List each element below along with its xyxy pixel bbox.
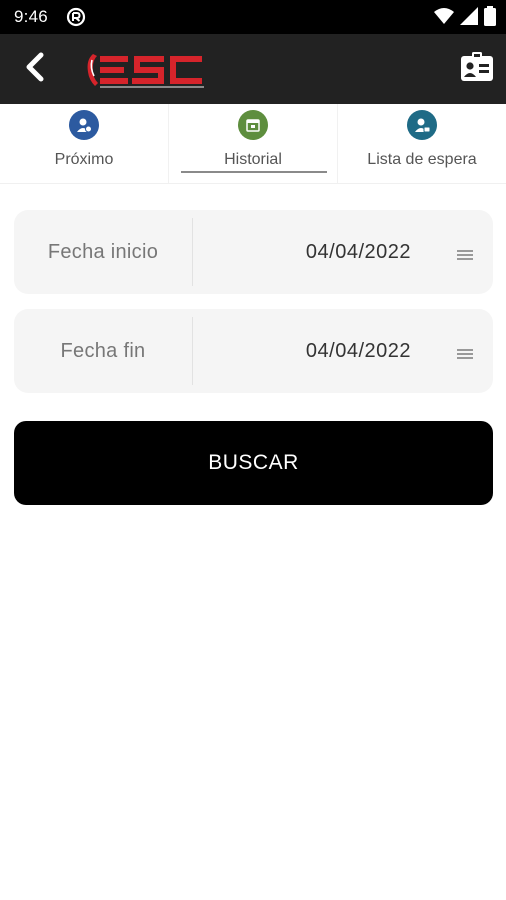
profile-card-button[interactable] [458, 51, 496, 87]
start-date-field: Fecha inicio 04/04/2022 [14, 210, 493, 294]
tab-proximo[interactable]: Próximo [0, 104, 168, 183]
tab-historial[interactable]: Historial [168, 104, 337, 183]
tab-label-proximo: Próximo [54, 151, 114, 168]
calendar-icon [238, 110, 268, 140]
wifi-icon [434, 7, 454, 30]
tab-selected-indicator [181, 171, 327, 173]
back-button[interactable] [18, 52, 52, 86]
user-clock-icon [69, 110, 99, 140]
end-date-label: Fecha fin [60, 339, 146, 362]
start-date-value[interactable]: 04/04/2022 [193, 210, 493, 294]
end-date-value[interactable]: 04/04/2022 [193, 309, 493, 393]
signal-icon [460, 7, 478, 30]
start-date-label: Fecha inicio [47, 240, 159, 263]
status-time: 9:46 [14, 7, 48, 26]
date-picker-handle-icon[interactable] [457, 248, 473, 262]
tab-bar: Próximo Historial Lista de espera [0, 104, 506, 184]
end-date-field: Fecha fin 04/04/2022 [14, 309, 493, 393]
battery-icon [484, 6, 496, 31]
id-card-icon [459, 51, 495, 88]
back-arrow-icon [24, 52, 46, 87]
tab-lista-de-espera[interactable]: Lista de espera [337, 104, 506, 183]
search-button[interactable]: BUSCAR [14, 421, 493, 505]
app-bar [0, 34, 506, 104]
date-picker-handle-icon[interactable] [457, 347, 473, 361]
esc-logo [84, 50, 210, 90]
user-waitlist-icon [407, 110, 437, 140]
tab-label-lista-de-espera: Lista de espera [367, 151, 477, 168]
status-bar: 9:46 [0, 0, 506, 34]
status-indicators [434, 6, 496, 31]
tab-label-historial: Historial [224, 151, 282, 168]
notification-app-icon [66, 7, 86, 27]
